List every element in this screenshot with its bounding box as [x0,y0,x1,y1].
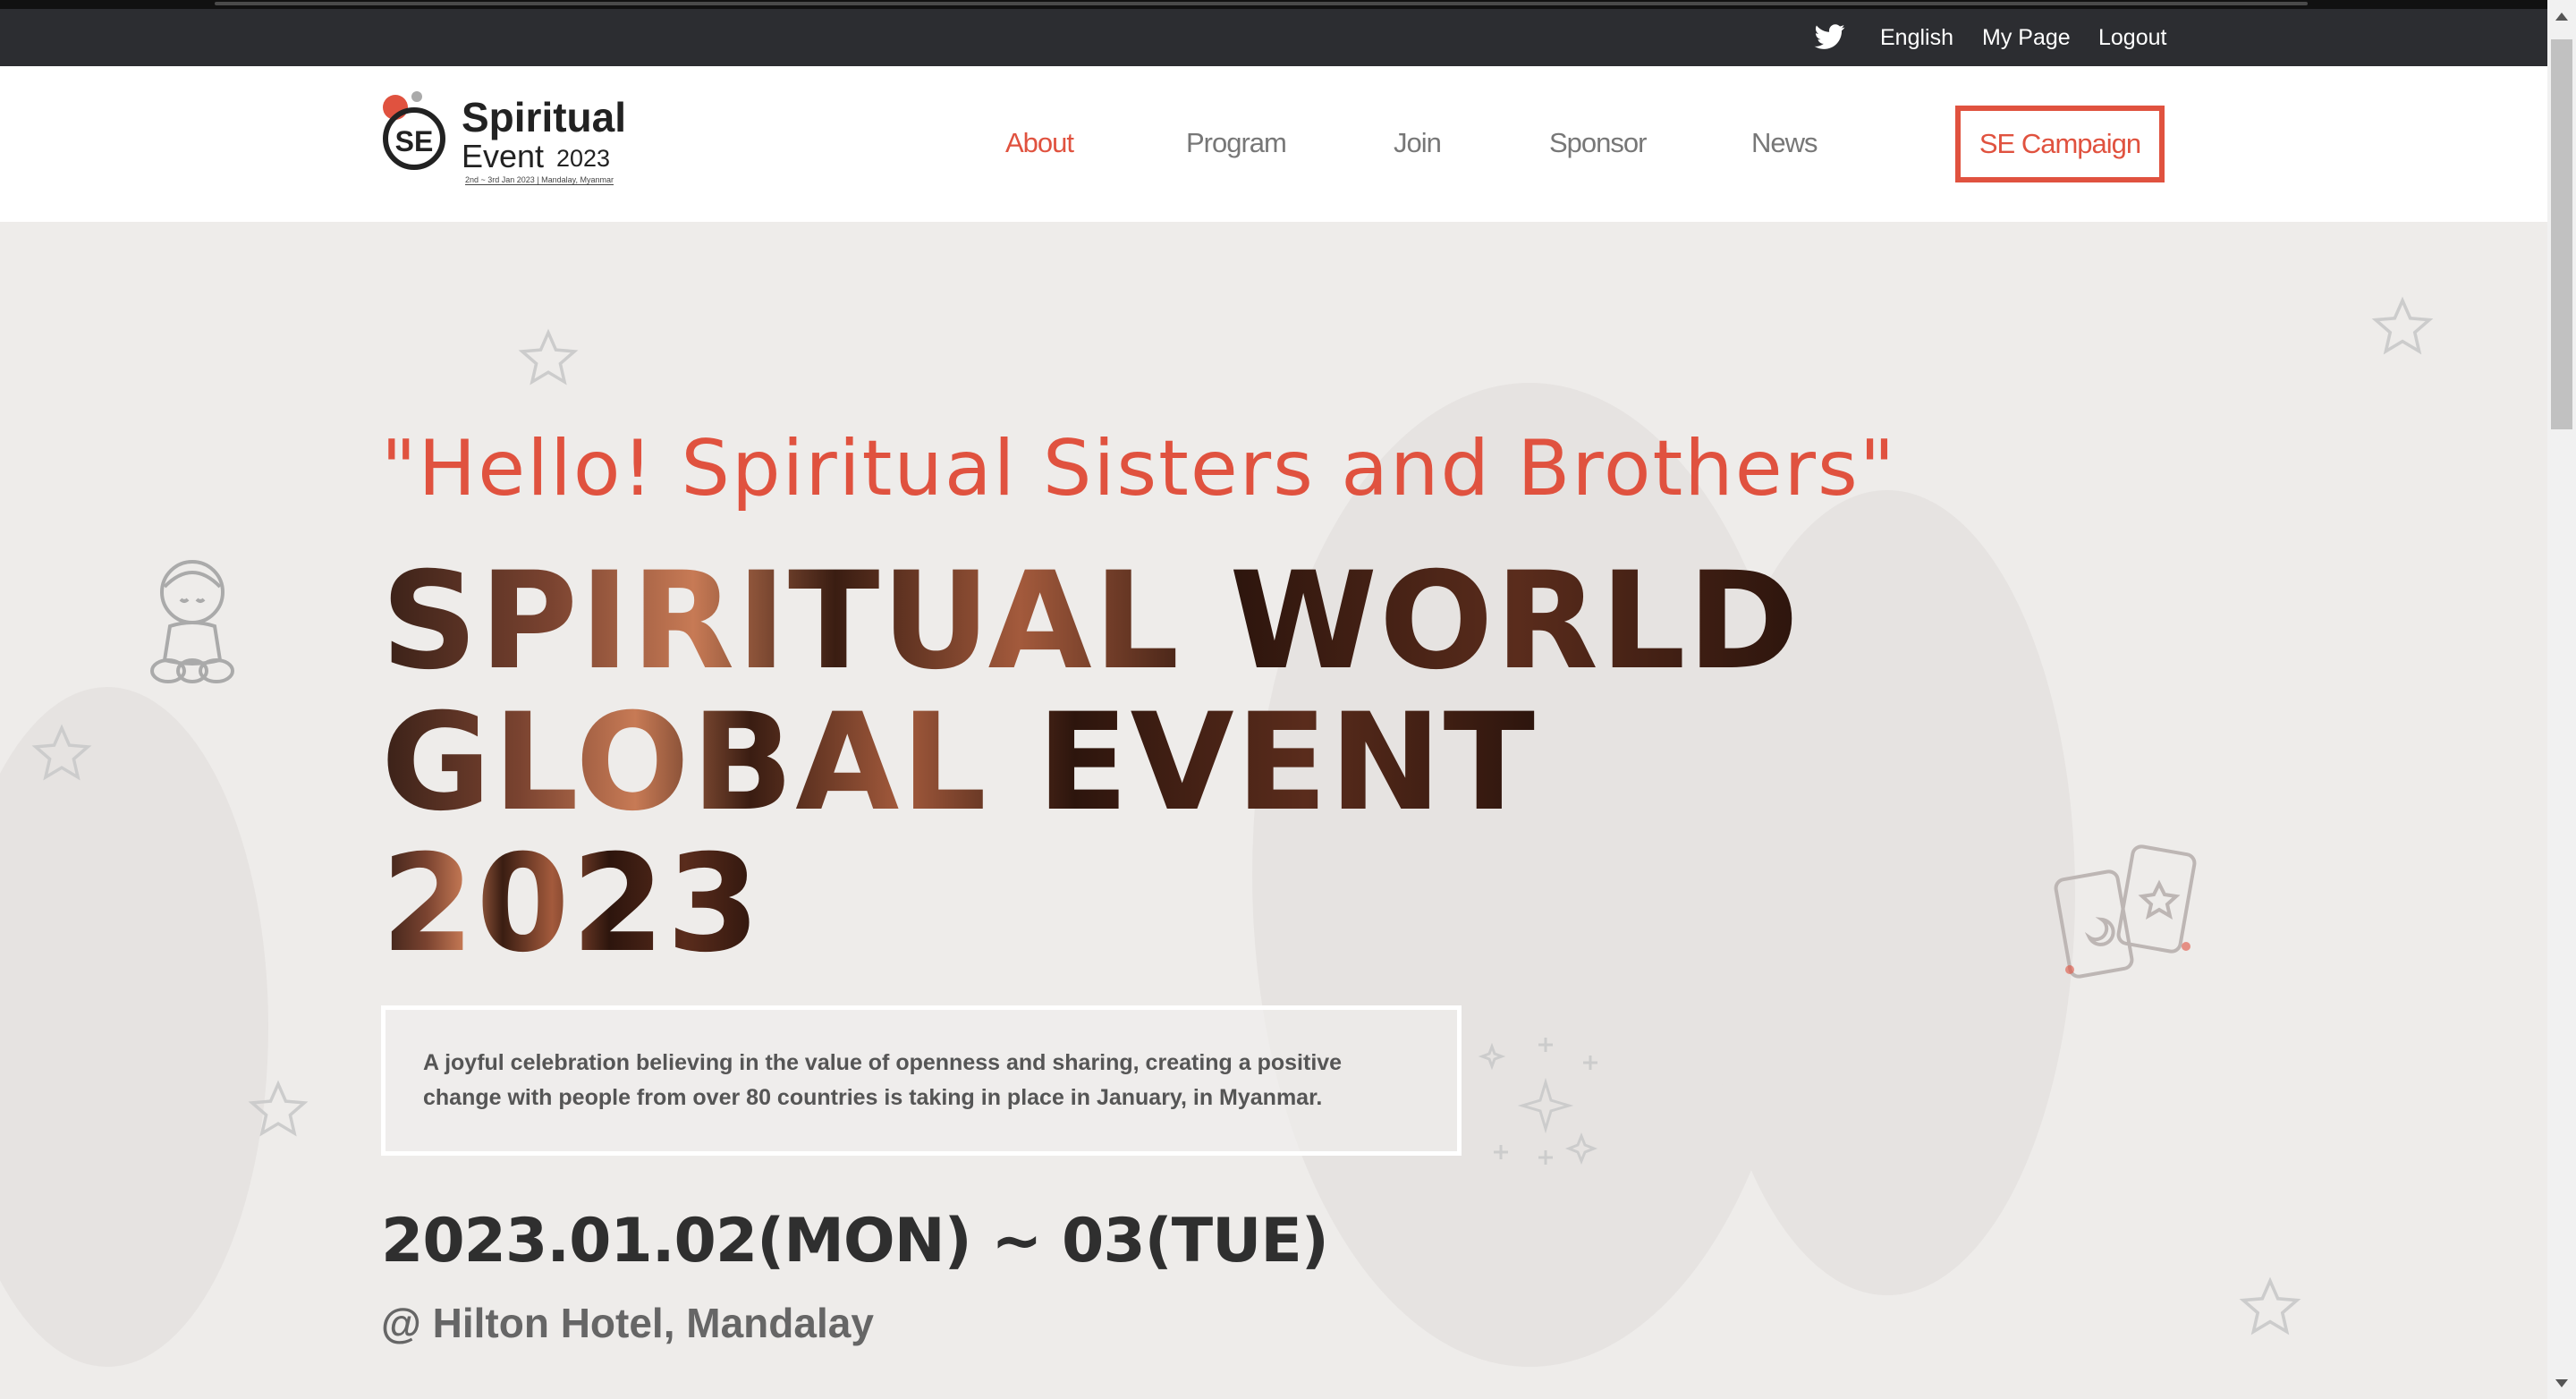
nav-news[interactable]: News [1751,127,1818,159]
nav-sponsor[interactable]: Sponsor [1549,127,1647,159]
language-link[interactable]: English [1880,25,1953,51]
browser-strip-handle [215,2,2308,5]
star-icon [518,328,579,386]
scroll-up-icon[interactable] [2555,13,2568,21]
nav-program[interactable]: Program [1186,127,1287,159]
se-campaign-button[interactable]: SE Campaign [1955,106,2165,182]
utility-bar: English My Page Logout [0,9,2547,66]
hero-description: A joyful celebration believing in the va… [423,1050,1343,1110]
star-icon [2371,296,2434,355]
meditating-child-icon [150,560,234,683]
hero-section: "Hello! Spiritual Sisters and Brothers" … [0,222,2547,1399]
event-date: 2023.01.02(MON) ~ 03(TUE) [381,1206,1329,1276]
twitter-icon[interactable] [1814,21,1846,52]
logo-badge-text: SE [394,125,434,157]
logo-year: 2023 [556,145,611,172]
logo-title: Spiritual [462,94,627,140]
star-icon [31,724,92,781]
page-scrollbar[interactable] [2547,0,2576,1399]
my-page-link[interactable]: My Page [1982,25,2071,51]
event-venue: @ Hilton Hotel, Mandalay [381,1300,874,1346]
logo-subtitle: Event [462,138,545,174]
hero-headline-line-3: 2023 [381,827,762,982]
hero-headline-line-2: GLOBAL EVENT [381,685,1537,841]
logout-link[interactable]: Logout [2098,25,2166,51]
site-header: SE Spiritual Event 2023 2nd ~ 3rd Jan 20… [0,66,2547,222]
sparkles-icon [1478,1038,1598,1166]
star-icon [248,1080,309,1137]
tarot-card-dot [2182,942,2190,951]
scroll-down-icon[interactable] [2555,1379,2568,1387]
hero-greeting: "Hello! Spiritual Sisters and Brothers" [381,424,1897,513]
browser-strip [0,0,2547,9]
nav-join[interactable]: Join [1394,127,1442,159]
tarot-card-dot [2065,965,2074,974]
scrollbar-thumb[interactable] [2551,39,2572,429]
logo-dot-grey [411,91,422,102]
hero-headline-line-1: SPIRITUAL WORLD [381,544,1801,700]
background-figure [0,687,268,1367]
nav-about[interactable]: About [1005,127,1074,159]
hero-description-box: A joyful celebration believing in the va… [381,1005,1462,1156]
logo-tagline: 2nd ~ 3rd Jan 2023 | Mandalay, Myanmar [465,175,614,185]
star-icon [2239,1276,2301,1335]
logo-badge: SE [383,107,445,170]
site-logo[interactable]: SE Spiritual Event 2023 2nd ~ 3rd Jan 20… [381,91,640,190]
tarot-cards-icon [2054,844,2197,979]
